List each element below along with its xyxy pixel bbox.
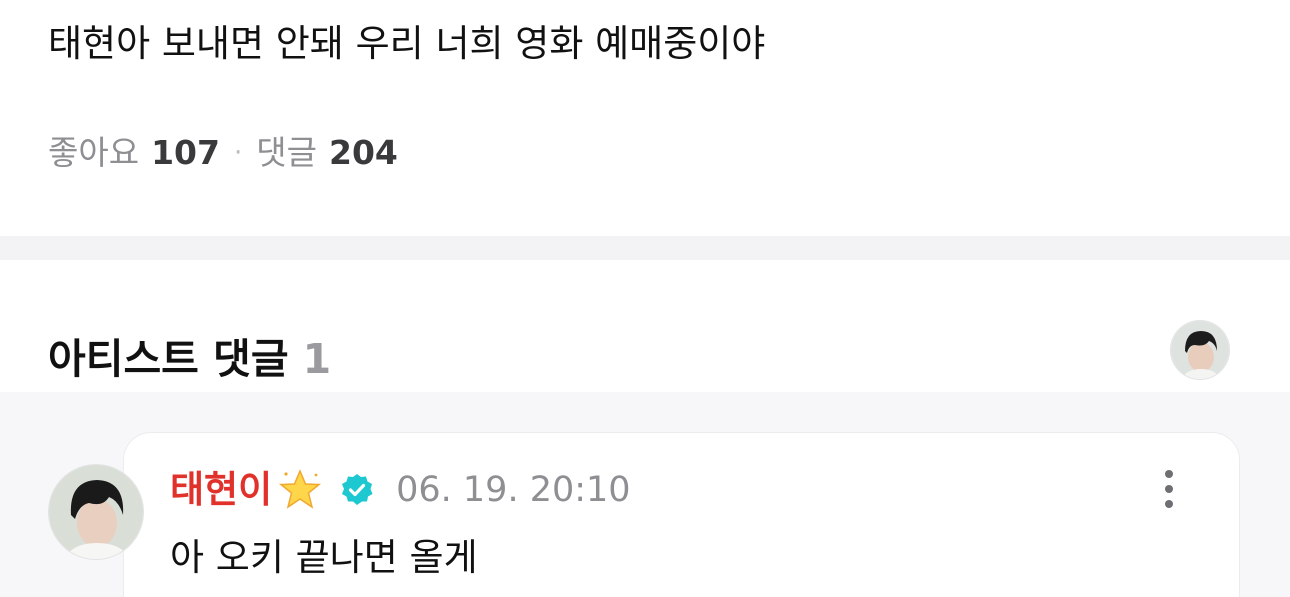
likes-label[interactable]: 좋아요 (48, 132, 139, 174)
likes-count[interactable]: 107 (151, 132, 220, 174)
artist-comments-count: 1 (302, 335, 332, 383)
comments-count[interactable]: 204 (329, 132, 398, 174)
comment-author-name[interactable]: 태현이 (170, 467, 272, 513)
comment-author-avatar[interactable] (48, 464, 144, 560)
post-detail-page: 태현아 보내면 안돼 우리 너희 영화 예매중이야 좋아요 107 · 댓글 2… (0, 0, 1290, 597)
comment-timestamp: 06. 19. 20:10 (396, 470, 631, 510)
comments-label[interactable]: 댓글 (256, 132, 317, 174)
comment-body-text: 아 오키 끝나면 올게 (170, 536, 478, 579)
stats-separator: · (233, 138, 243, 168)
post-stats: 좋아요 107 · 댓글 204 (48, 132, 398, 174)
more-dot (1165, 500, 1173, 508)
more-dot (1165, 485, 1173, 493)
section-divider (0, 236, 1290, 260)
more-dot (1165, 470, 1173, 478)
artist-profile-avatar[interactable] (1170, 320, 1230, 380)
artist-comments-header: 아티스트 댓글 1 (48, 325, 331, 385)
more-vertical-icon[interactable] (1152, 466, 1186, 512)
star-icon (278, 468, 322, 512)
verified-check-icon (340, 473, 374, 507)
artist-comments-title: 아티스트 댓글 (48, 335, 289, 383)
comment-meta: 태현이 06. 19. 20:10 (170, 467, 631, 513)
post-body-text: 태현아 보내면 안돼 우리 너희 영화 예매중이야 (48, 22, 766, 65)
